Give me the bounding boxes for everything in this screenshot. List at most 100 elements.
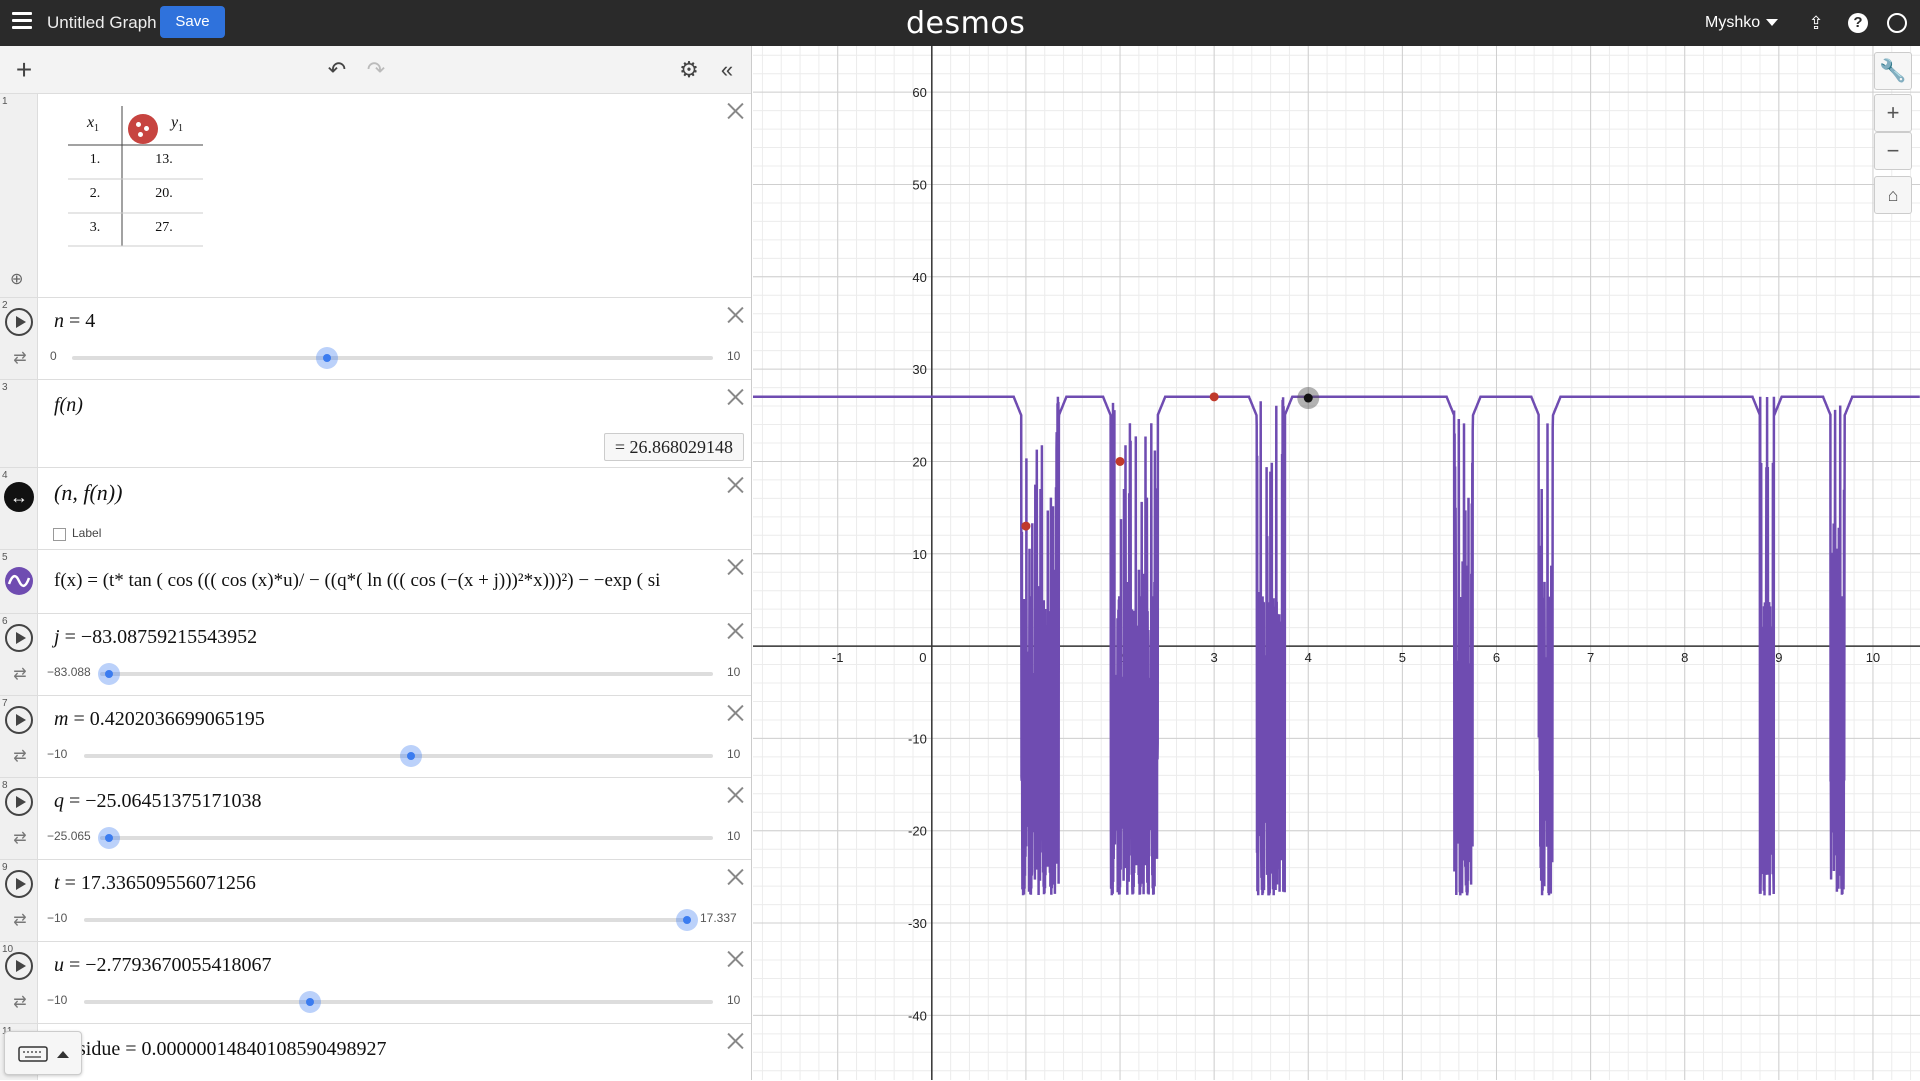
delete-expression-icon[interactable] (724, 100, 746, 122)
slider-track[interactable] (84, 1000, 713, 1004)
expression-slider-u[interactable]: 10 ⇄ u = −2.7793670055418067 −10 10 (0, 942, 751, 1024)
delete-expression-icon[interactable] (724, 1030, 746, 1052)
delete-expression-icon[interactable] (724, 474, 746, 496)
expression-evaluation[interactable]: 3 f(n) = 26.868029148 (0, 380, 751, 468)
table-cell[interactable]: 20. (139, 186, 189, 202)
delete-expression-icon[interactable] (724, 866, 746, 888)
slider-track[interactable] (72, 356, 713, 360)
play-icon[interactable] (5, 624, 33, 652)
menu-icon[interactable] (12, 12, 32, 32)
graph-title[interactable]: Untitled Graph (47, 13, 157, 33)
expression-point[interactable]: 4 ↔ (n, f(n)) Label (0, 468, 751, 550)
user-menu[interactable]: Myshko (1705, 14, 1779, 32)
slider-max[interactable]: 17.337 (700, 911, 737, 925)
expression-slider-n[interactable]: 2 ⇄ n = 4 0 10 (0, 298, 751, 380)
table-cell[interactable]: 3. (70, 220, 120, 236)
undo-icon[interactable]: ↶ (323, 56, 351, 84)
save-button[interactable]: Save (160, 6, 225, 38)
play-icon[interactable] (5, 788, 33, 816)
slider-min[interactable]: −10 (47, 911, 67, 925)
expression-function[interactable]: 5 f(x) = (t* tan ( cos ((( cos (x)*u)/ −… (0, 550, 751, 614)
zoom-in-icon[interactable]: + (1874, 94, 1912, 132)
table-header-x[interactable]: x1 (68, 114, 118, 134)
slider-min[interactable]: 0 (50, 349, 57, 363)
share-icon[interactable]: ⇪ (1804, 11, 1828, 35)
label-checkbox[interactable] (53, 528, 66, 541)
help-icon[interactable]: ? (1848, 13, 1868, 33)
loop-mode-icon[interactable]: ⇄ (11, 992, 29, 1012)
expression-toolbar: + ↶ ↷ ⚙ « (0, 46, 751, 94)
slider-min[interactable]: −10 (47, 993, 67, 1007)
delete-expression-icon[interactable] (724, 784, 746, 806)
slider-thumb[interactable] (676, 909, 698, 931)
slider-track[interactable] (100, 672, 713, 676)
slider-min[interactable]: −25.065 (47, 829, 91, 843)
slider-min[interactable]: −83.088 (47, 665, 91, 679)
slider-thumb[interactable] (316, 347, 338, 369)
loop-mode-icon[interactable]: ⇄ (11, 910, 29, 930)
expression-table[interactable]: 1 ⊕ x1 y1 1. 13. 2. 20. 3. 27. (0, 94, 751, 298)
table-cell[interactable]: 2. (70, 186, 120, 202)
slider-thumb[interactable] (400, 745, 422, 767)
expression-math[interactable]: q = −25.06451375171038 (54, 790, 262, 813)
table-cell[interactable]: 1. (70, 152, 120, 168)
slider-max[interactable]: 10 (727, 829, 740, 843)
drag-point-icon[interactable]: ↔ (4, 482, 34, 512)
slider-track[interactable] (100, 836, 713, 840)
expression-math[interactable]: u = −2.7793670055418067 (54, 954, 272, 977)
slider-thumb[interactable] (98, 827, 120, 849)
graph-settings-wrench-icon[interactable]: 🔧 (1874, 52, 1912, 90)
loop-mode-icon[interactable]: ⇄ (11, 664, 29, 684)
keyboard-toggle-button[interactable] (4, 1031, 82, 1075)
slider-track[interactable] (84, 754, 713, 758)
language-globe-icon[interactable] (1887, 13, 1907, 33)
slider-thumb[interactable] (98, 663, 120, 685)
delete-expression-icon[interactable] (724, 620, 746, 642)
play-icon[interactable] (5, 952, 33, 980)
play-icon[interactable] (5, 870, 33, 898)
play-icon[interactable] (5, 706, 33, 734)
collapse-panel-icon[interactable]: « (713, 56, 741, 84)
loop-mode-icon[interactable]: ⇄ (11, 348, 29, 368)
zoom-fit-icon[interactable]: ⊕ (10, 269, 23, 289)
slider-thumb[interactable] (299, 991, 321, 1013)
delete-expression-icon[interactable] (724, 948, 746, 970)
expression-math[interactable]: (n, f(n)) (54, 480, 122, 506)
slider-min[interactable]: −10 (47, 747, 67, 761)
expression-math[interactable]: j = −83.08759215543952 (54, 626, 257, 649)
expression-math[interactable]: f(x) = (t* tan ( cos ((( cos (x)*u)/ − (… (54, 570, 714, 592)
graph-paper[interactable]: -1 0 1 2 3 4 5 6 7 8 9 10 60 50 40 30 20 10 -10 -20 -30 -40 🔧… (753, 46, 1920, 1080)
expression-residue[interactable]: 11 sidue = 0.0000001484010859049892​7 (0, 1024, 751, 1080)
table-cell[interactable]: 27. (139, 220, 189, 236)
table-cell[interactable]: 13. (139, 152, 189, 168)
delete-expression-icon[interactable] (724, 556, 746, 578)
expression-math[interactable]: m = 0.4202036699065195 (54, 708, 265, 731)
graph-style-icon[interactable] (4, 566, 34, 596)
slider-max[interactable]: 10 (727, 747, 740, 761)
redo-icon[interactable]: ↷ (362, 56, 390, 84)
table-header-y[interactable]: y1 (152, 114, 202, 134)
expression-slider-t[interactable]: 9 ⇄ t = 17.336509556071256 −10 17.337 (0, 860, 751, 942)
delete-expression-icon[interactable] (724, 386, 746, 408)
default-viewport-home-icon[interactable]: ⌂ (1874, 176, 1912, 214)
expression-math[interactable]: f(n) (54, 394, 83, 417)
delete-expression-icon[interactable] (724, 304, 746, 326)
slider-track[interactable] (84, 918, 688, 922)
loop-mode-icon[interactable]: ⇄ (11, 828, 29, 848)
expression-math[interactable]: t = 17.336509556071256 (54, 872, 256, 895)
play-icon[interactable] (5, 308, 33, 336)
expression-slider-j[interactable]: 6 ⇄ j = −83.08759215543952 −83.088 10 (0, 614, 751, 696)
expression-slider-q[interactable]: 8 ⇄ q = −25.06451375171038 −25.065 10 (0, 778, 751, 860)
zoom-out-icon[interactable]: − (1874, 132, 1912, 170)
add-item-icon[interactable]: + (10, 56, 38, 84)
delete-expression-icon[interactable] (724, 702, 746, 724)
expression-math[interactable]: n = 4 (54, 310, 95, 333)
expression-math[interactable]: sidue = 0.0000001484010859049892​7 (78, 1038, 387, 1061)
settings-gear-icon[interactable]: ⚙ (675, 56, 703, 84)
slider-max[interactable]: 10 (727, 665, 740, 679)
slider-max[interactable]: 10 (727, 349, 740, 363)
expression-slider-m[interactable]: 7 ⇄ m = 0.4202036699065195 −10 10 (0, 696, 751, 778)
slider-max[interactable]: 10 (727, 993, 740, 1007)
graph-canvas[interactable]: -1 0 1 2 3 4 5 6 7 8 9 10605040302010-10-20-30-40 (753, 46, 1920, 1080)
loop-mode-icon[interactable]: ⇄ (11, 746, 29, 766)
